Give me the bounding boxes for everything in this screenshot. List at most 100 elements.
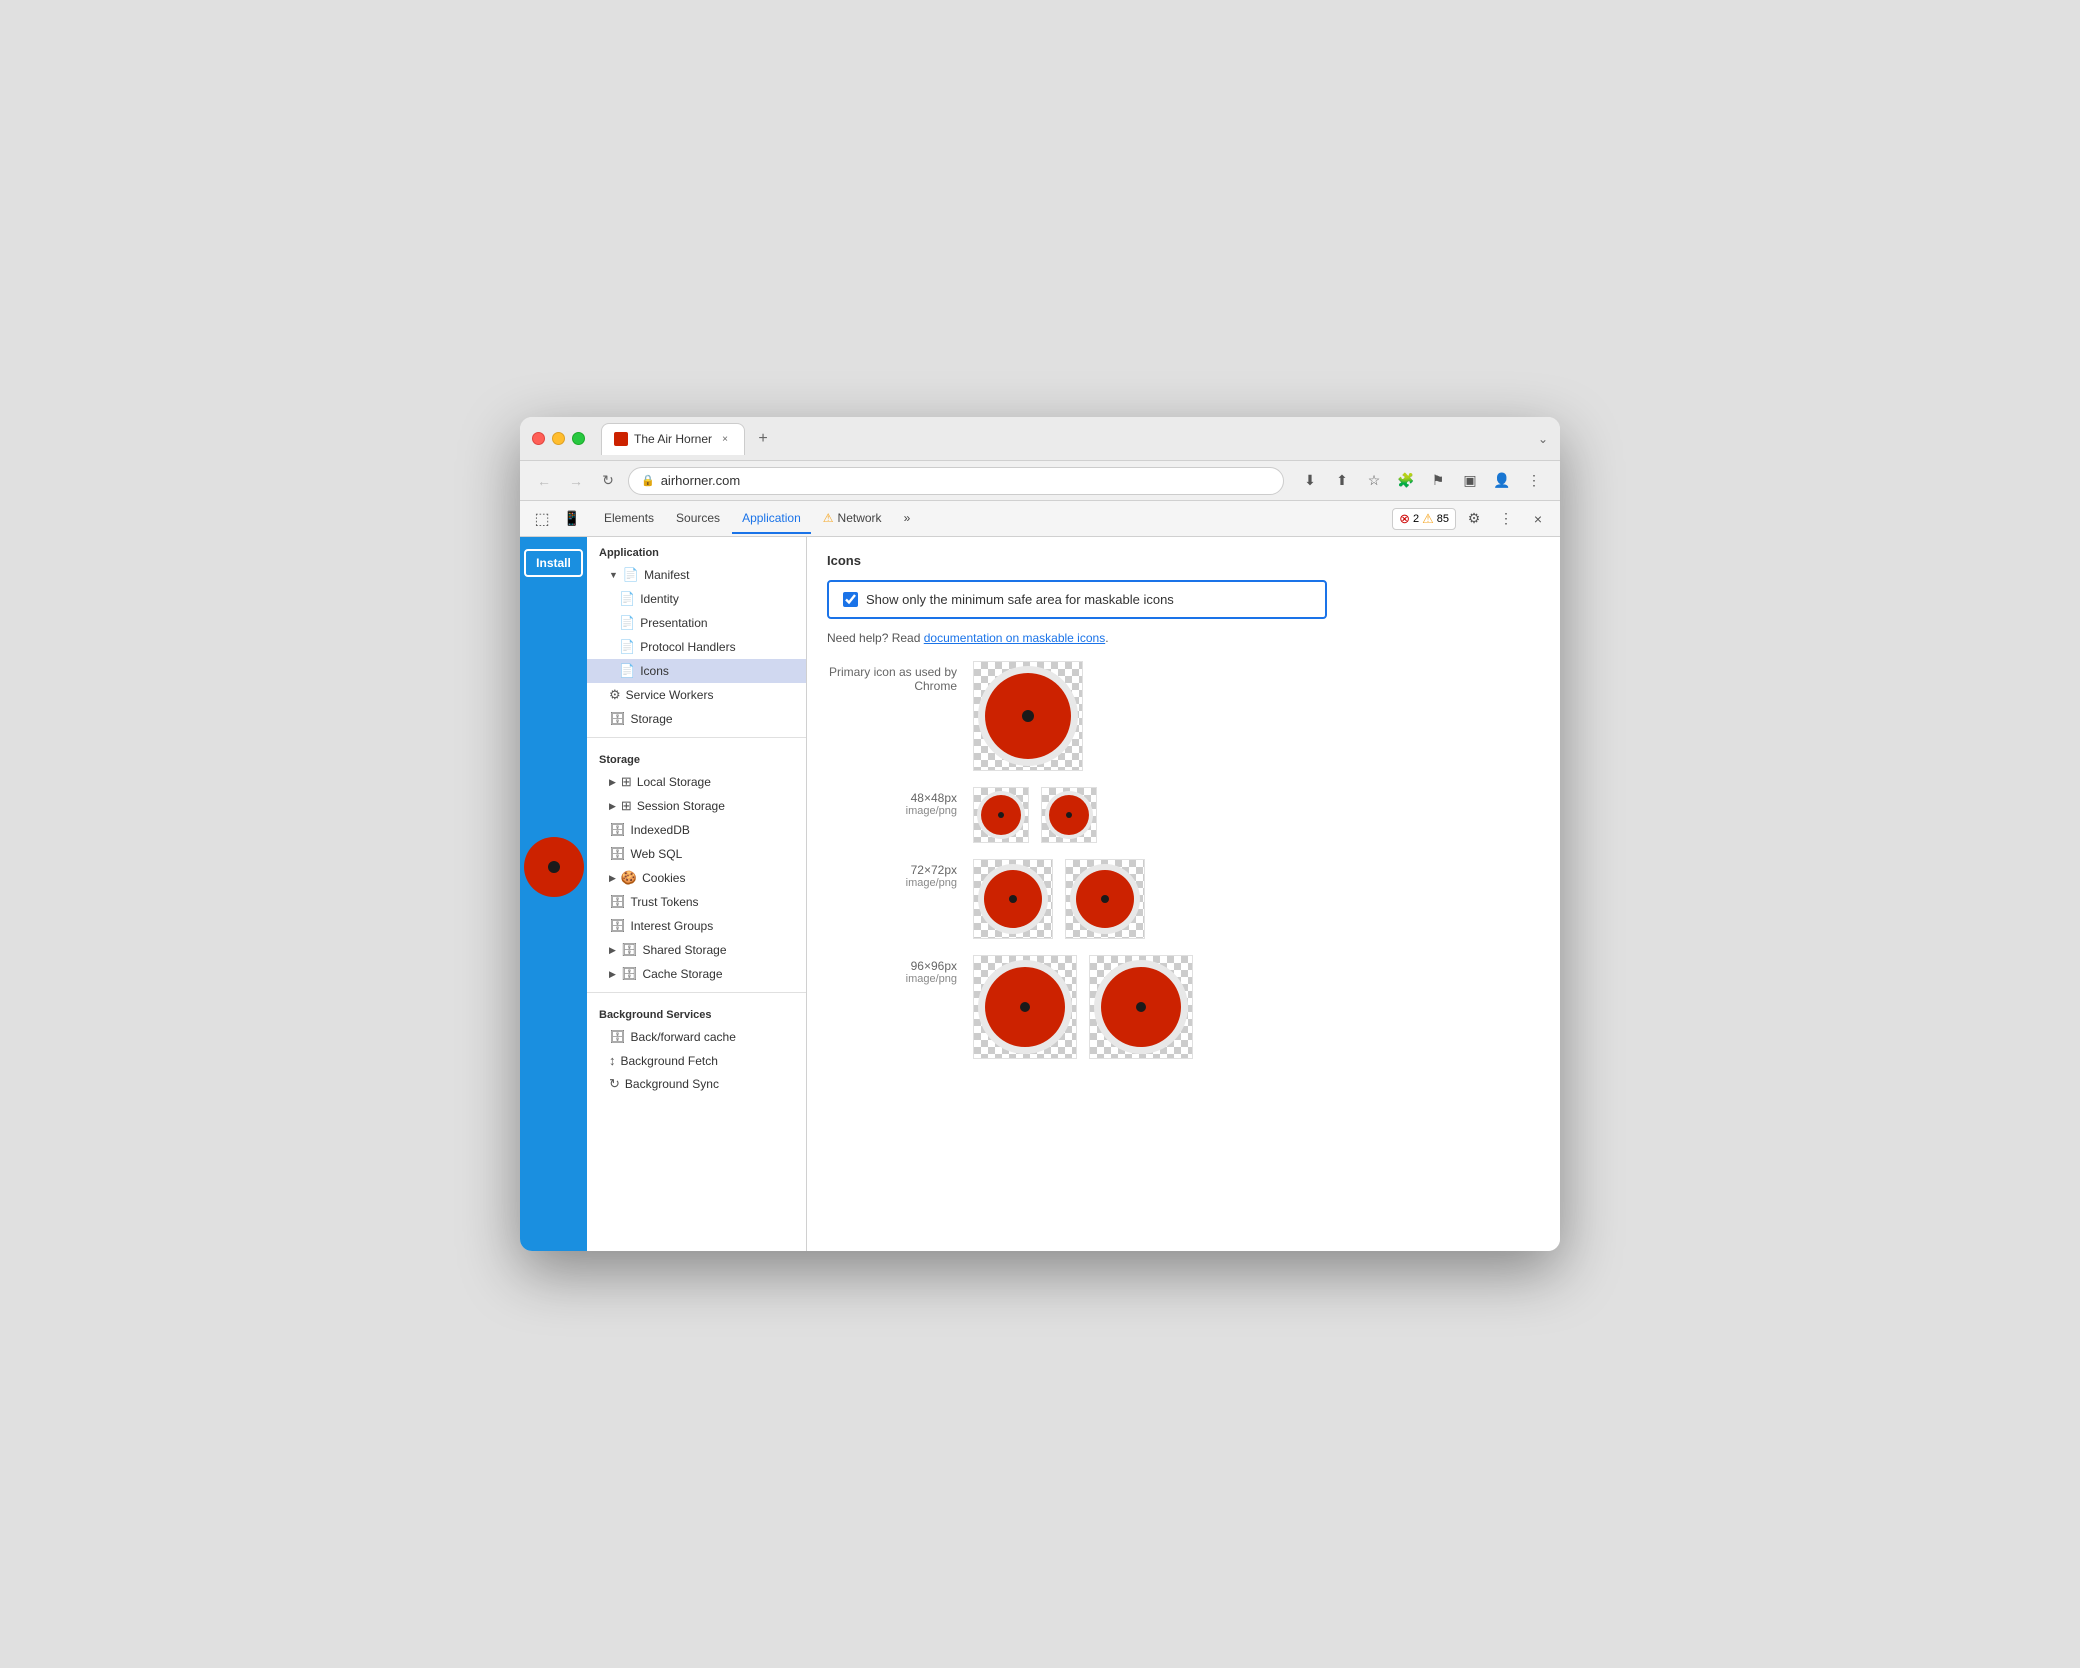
minimize-window-button[interactable] (552, 432, 565, 445)
tab-network[interactable]: ⚠ Network (813, 504, 892, 534)
active-tab[interactable]: The Air Horner × (601, 423, 745, 455)
menu-icon[interactable]: ⋮ (1520, 467, 1548, 495)
doc-icon: 📄 (619, 663, 635, 679)
sidebar-item-shared-storage[interactable]: ▶ 🗄 Shared Storage (587, 938, 806, 962)
forward-button[interactable]: → (564, 469, 588, 493)
window-controls-right: ⌄ (1538, 432, 1548, 446)
cookie-icon: 🍪 (621, 870, 637, 886)
background-services-section-title: Background Services (587, 999, 806, 1025)
icon-row-48: 48×48px image/png (827, 787, 1540, 843)
reload-button[interactable]: ↻ (596, 469, 620, 493)
tab-sources[interactable]: Sources (666, 504, 730, 534)
primary-icon-row: Primary icon as used by Chrome (827, 661, 1540, 771)
primary-icon-previews (973, 661, 1083, 771)
doc-icon: 📄 (623, 567, 639, 583)
tab-title: The Air Horner (634, 432, 712, 446)
error-warning-badge: ⊗ 2 ⚠ 85 (1392, 508, 1456, 530)
db-icon: 🗄 (609, 918, 626, 934)
sidebar-item-cookies[interactable]: ▶ 🍪 Cookies (587, 866, 806, 890)
tab-application[interactable]: Application (732, 504, 811, 534)
sidebar-item-storage[interactable]: 🗄 Storage (587, 707, 806, 731)
sidebar-label-icons: Icons (640, 664, 669, 678)
airhorner-dot (548, 861, 560, 873)
doc-icon: 📄 (619, 639, 635, 655)
new-tab-button[interactable]: + (749, 425, 777, 453)
extensions-icon[interactable]: 🧩 (1392, 467, 1420, 495)
sidebar-label-storage: Storage (631, 712, 673, 726)
account-icon[interactable]: 👤 (1488, 467, 1516, 495)
devtools-panel: Application ▼ 📄 Manifest 📄 Identity 📄 Pr… (587, 537, 1560, 1251)
arrows-icon: ↕ (609, 1053, 616, 1068)
address-input[interactable]: 🔒 airhorner.com (628, 467, 1284, 495)
db-icon: 🗄 (609, 1029, 626, 1045)
sidebar-item-presentation[interactable]: 📄 Presentation (587, 611, 806, 635)
sidebar-item-interest-groups[interactable]: 🗄 Interest Groups (587, 914, 806, 938)
sidebar-item-protocol-handlers[interactable]: 📄 Protocol Handlers (587, 635, 806, 659)
sidebar-item-trust-tokens[interactable]: 🗄 Trust Tokens (587, 890, 806, 914)
devtools-menu-button[interactable]: ⋮ (1492, 505, 1520, 533)
sidebar-label-web-sql: Web SQL (631, 847, 683, 861)
back-button[interactable]: ← (532, 469, 556, 493)
db-icon: 🗄 (609, 711, 626, 727)
sidebar-icon[interactable]: ▣ (1456, 467, 1484, 495)
bookmark-icon[interactable]: ☆ (1360, 467, 1388, 495)
browser-blue-sidebar: Install (520, 537, 587, 1251)
sidebar-label-background-fetch: Background Fetch (621, 1054, 718, 1068)
sidebar-label-session-storage: Session Storage (637, 799, 725, 813)
sidebar-item-local-storage[interactable]: ▶ ⊞ Local Storage (587, 770, 806, 794)
expand-icon: ▶ (609, 777, 616, 788)
sidebar-item-indexeddb[interactable]: 🗄 IndexedDB (587, 818, 806, 842)
devtools-sidebar: Application ▼ 📄 Manifest 📄 Identity 📄 Pr… (587, 537, 807, 1251)
tab-favicon (614, 432, 628, 446)
sidebar-item-background-fetch[interactable]: ↕ Background Fetch (587, 1049, 806, 1072)
sidebar-item-web-sql[interactable]: 🗄 Web SQL (587, 842, 806, 866)
panel-section-title: Icons (827, 553, 1540, 568)
sidebar-item-background-sync[interactable]: ↻ Background Sync (587, 1072, 806, 1096)
download-icon[interactable]: ⬇ (1296, 467, 1324, 495)
sidebar-item-session-storage[interactable]: ▶ ⊞ Session Storage (587, 794, 806, 818)
tab-close-button[interactable]: × (718, 432, 732, 446)
icon-preview-48-2 (1041, 787, 1097, 843)
install-button[interactable]: Install (524, 549, 583, 577)
sidebar-label-background-sync: Background Sync (625, 1077, 719, 1091)
inspect-element-button[interactable]: ⬚ (528, 505, 556, 533)
sidebar-item-manifest[interactable]: ▼ 📄 Manifest (587, 563, 806, 587)
sidebar-item-back-forward-cache[interactable]: 🗄 Back/forward cache (587, 1025, 806, 1049)
devtools-close-button[interactable]: × (1524, 505, 1552, 533)
icon-preview-96-1 (973, 955, 1077, 1059)
tab-elements[interactable]: Elements (594, 504, 664, 534)
icon-preview-72-1 (973, 859, 1053, 939)
expand-icon: ▼ (609, 570, 618, 580)
icon-label-48: 48×48px image/png (827, 787, 957, 817)
device-toolbar-button[interactable]: 📱 (558, 505, 586, 533)
sidebar-item-cache-storage[interactable]: ▶ 🗄 Cache Storage (587, 962, 806, 986)
devtools-settings-button[interactable]: ⚙ (1460, 505, 1488, 533)
more-tabs-button[interactable]: » (894, 504, 921, 534)
sidebar-label-back-forward: Back/forward cache (631, 1030, 736, 1044)
browser-window: The Air Horner × + ⌄ ← → ↻ 🔒 airhorner.c… (520, 417, 1560, 1251)
maskable-icons-checkbox[interactable] (843, 592, 858, 607)
share-icon[interactable]: ⬆ (1328, 467, 1356, 495)
icon-preview-96-2 (1089, 955, 1193, 1059)
traffic-lights (532, 432, 585, 445)
chevron-down-icon[interactable]: ⌄ (1538, 432, 1548, 446)
db-icon: 🗄 (621, 966, 638, 982)
icon-label-96: 96×96px image/png (827, 955, 957, 985)
expand-icon: ▶ (609, 945, 616, 956)
sidebar-item-service-workers[interactable]: ⚙ Service Workers (587, 683, 806, 707)
db-icon: 🗄 (621, 942, 638, 958)
flag-icon[interactable]: ⚑ (1424, 467, 1452, 495)
sidebar-item-icons[interactable]: 📄 Icons (587, 659, 806, 683)
sidebar-item-identity[interactable]: 📄 Identity (587, 587, 806, 611)
expand-icon: ▶ (609, 969, 616, 980)
fullscreen-window-button[interactable] (572, 432, 585, 445)
sidebar-label-manifest: Manifest (644, 568, 689, 582)
maskable-icons-docs-link[interactable]: documentation on maskable icons (924, 631, 1105, 645)
expand-icon: ▶ (609, 873, 616, 884)
application-section-title: Application (587, 537, 806, 563)
maskable-icons-label[interactable]: Show only the minimum safe area for mask… (866, 592, 1174, 607)
close-window-button[interactable] (532, 432, 545, 445)
toolbar-icons: ⬇ ⬆ ☆ 🧩 ⚑ ▣ 👤 ⋮ (1296, 467, 1548, 495)
sidebar-label-indexeddb: IndexedDB (631, 823, 690, 837)
doc-icon: 📄 (619, 615, 635, 631)
